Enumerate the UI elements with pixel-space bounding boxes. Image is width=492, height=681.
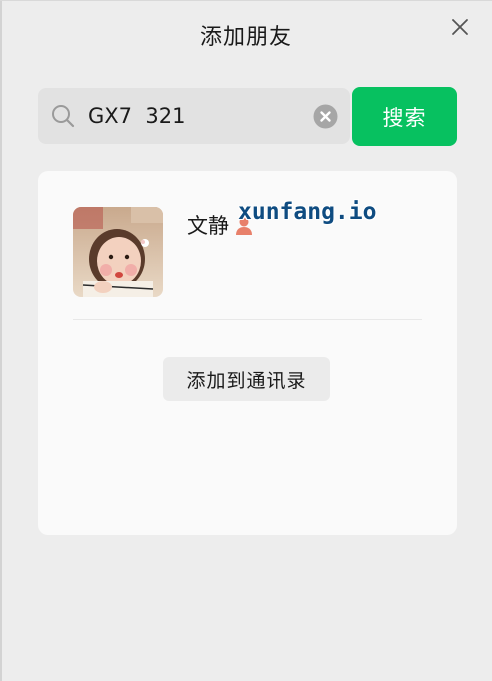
window-title: 添加朋友 <box>199 25 292 50</box>
search-button[interactable]: 搜索 <box>352 87 457 146</box>
clear-icon[interactable] <box>313 104 338 129</box>
nickname: 文静 <box>187 214 229 238</box>
window-edge <box>0 1 2 681</box>
close-icon <box>452 19 468 35</box>
search-input[interactable] <box>88 98 288 134</box>
search-box <box>38 88 350 144</box>
search-icon <box>52 105 75 128</box>
avatar[interactable] <box>73 207 163 297</box>
avatar-image <box>73 207 163 297</box>
close-button[interactable] <box>446 13 474 41</box>
divider <box>73 319 422 320</box>
search-result-card: 文静 xunfang.io 添加到通讯录 <box>38 171 457 535</box>
add-friend-window: 添加朋友 搜索 <box>0 0 492 681</box>
add-to-contacts-button[interactable]: 添加到通讯录 <box>163 357 330 401</box>
watermark-text: xunfang.io <box>238 199 377 225</box>
